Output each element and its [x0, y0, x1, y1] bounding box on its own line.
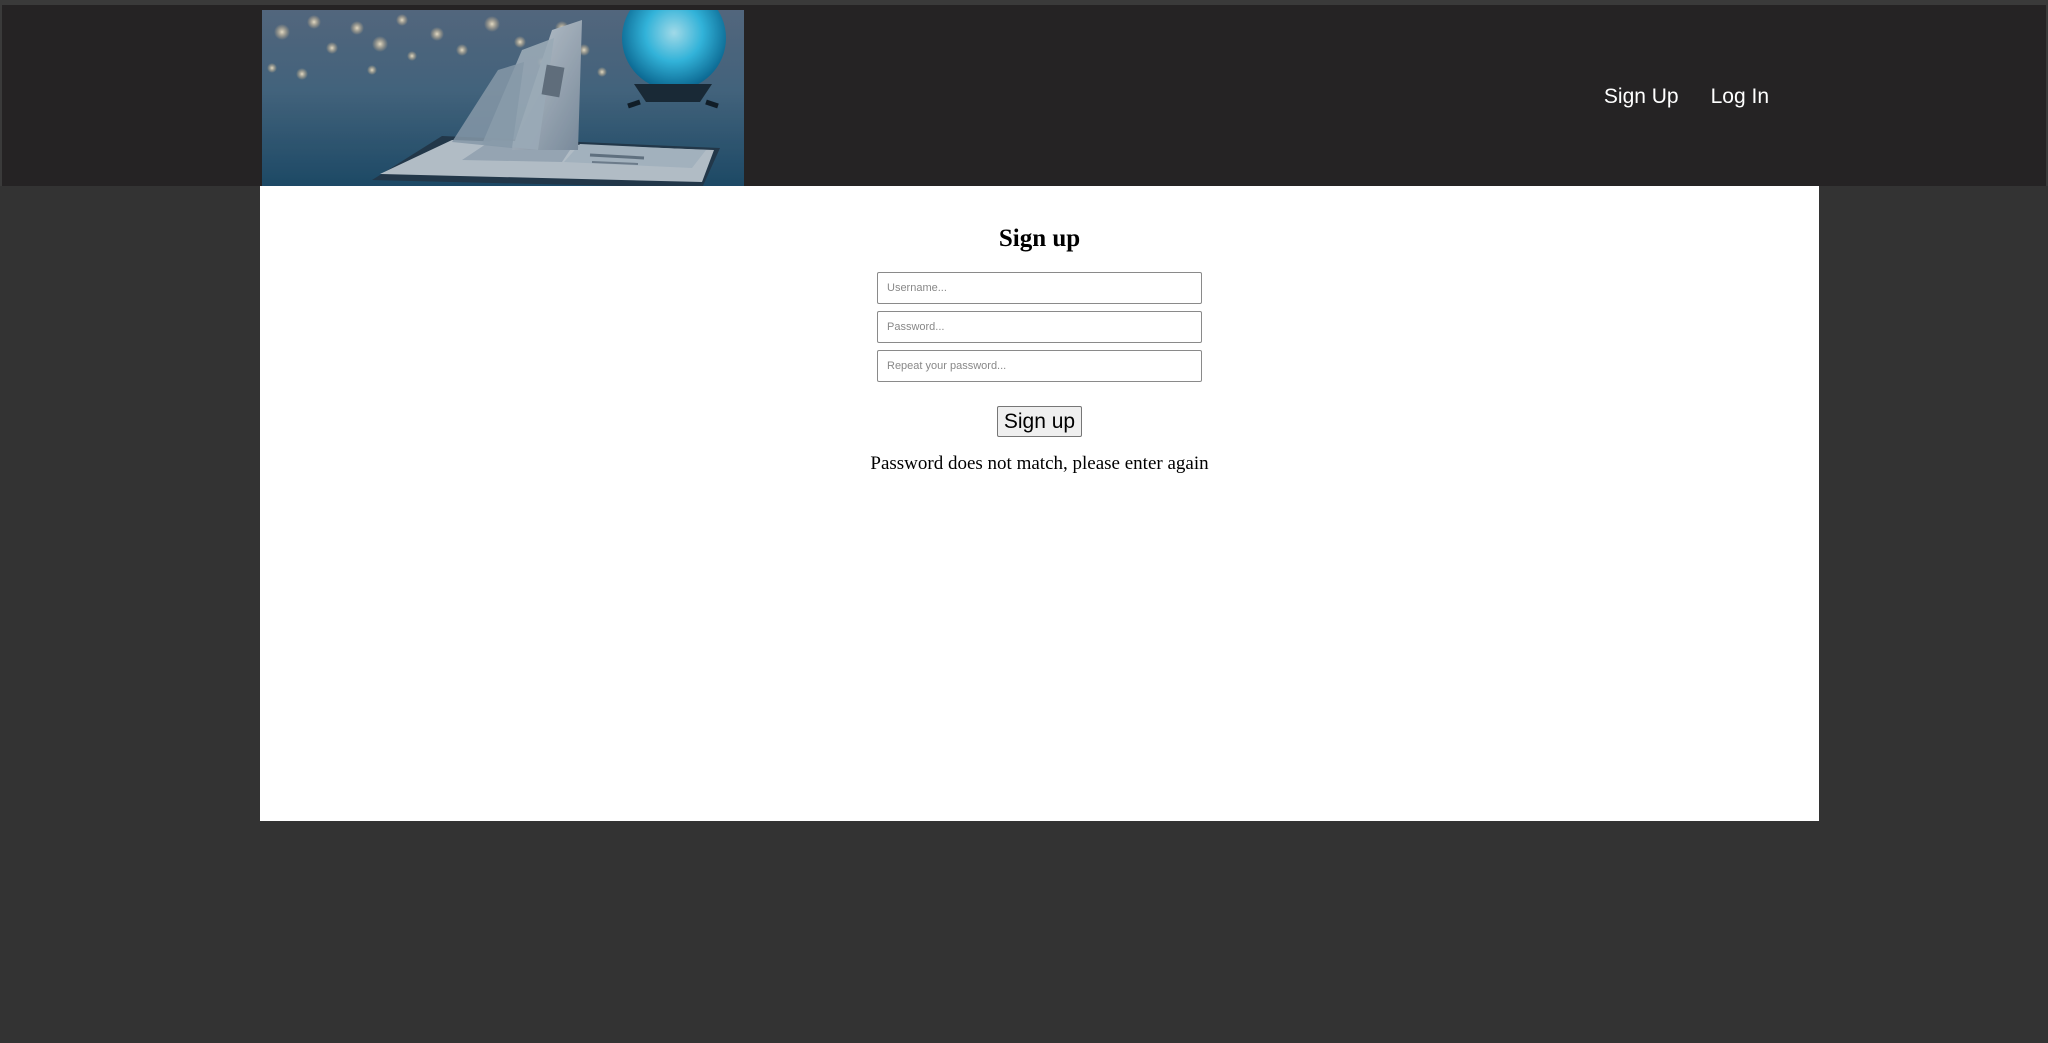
password-input[interactable]	[877, 311, 1202, 343]
main-content: Sign up Sign up Password does not match,…	[260, 186, 1819, 821]
page-title: Sign up	[998, 225, 1081, 252]
signup-submit-button[interactable]: Sign up	[996, 406, 1083, 437]
banner-image	[262, 10, 744, 188]
username-input[interactable]	[877, 272, 1202, 304]
site-header: Sign Up Log In	[0, 0, 2048, 188]
nav-signup-link[interactable]: Sign Up	[1604, 85, 1679, 109]
nav-login-link[interactable]: Log In	[1711, 85, 1769, 109]
top-nav: Sign Up Log In	[1604, 85, 1769, 109]
signup-form: Sign up Sign up Password does not match,…	[260, 186, 1819, 475]
repeat-password-input[interactable]	[877, 350, 1202, 382]
error-message: Password does not match, please enter ag…	[870, 453, 1209, 474]
